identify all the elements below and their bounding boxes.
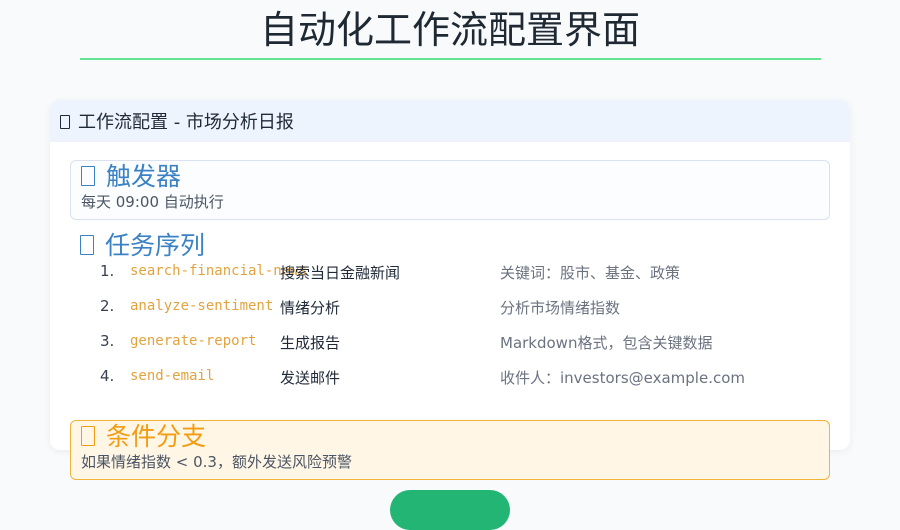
task-number: 2. — [100, 297, 115, 315]
trigger-heading: 触发器 — [81, 157, 181, 193]
tasks-heading: 任务序列 — [80, 226, 205, 262]
workflow-title-wrap: 工作流配置 - 市场分析日报 — [50, 108, 294, 134]
run-workflow-button[interactable] — [390, 490, 510, 530]
workflow-title: 工作流配置 - 市场分析日报 — [77, 112, 294, 133]
task-description: 分析市场情绪指数 — [500, 299, 621, 317]
task-number: 3. — [100, 332, 115, 350]
branch-icon — [81, 426, 95, 447]
tasks-title: 任务序列 — [105, 231, 206, 260]
task-number: 1. — [100, 262, 115, 280]
task-id: send-email — [130, 368, 215, 384]
task-row[interactable]: 3. generate-report 生成报告 Markdown格式，包含关键数… — [100, 332, 800, 367]
task-name: 发送邮件 — [280, 369, 341, 387]
task-name: 生成报告 — [280, 334, 341, 352]
trigger-icon — [81, 166, 95, 187]
branch-section[interactable]: 条件分支 如果情绪指数 < 0.3，额外发送风险预警 — [70, 420, 830, 480]
trigger-title: 触发器 — [106, 162, 182, 191]
task-id: analyze-sentiment — [130, 298, 274, 314]
task-description: Markdown格式，包含关键数据 — [500, 334, 713, 352]
page-title: 自动化工作流配置界面 — [259, 8, 640, 52]
workflow-icon — [60, 114, 70, 129]
branch-title: 条件分支 — [106, 422, 207, 451]
trigger-value: 每天 09:00 自动执行 — [81, 193, 224, 211]
task-row[interactable]: 4. send-email 发送邮件 收件人：investors@example… — [100, 367, 800, 402]
task-name: 搜索当日金融新闻 — [280, 264, 401, 282]
task-name: 情绪分析 — [280, 299, 341, 317]
task-id: generate-report — [130, 333, 257, 349]
task-list-icon — [80, 235, 94, 256]
task-row[interactable]: 2. analyze-sentiment 情绪分析 分析市场情绪指数 — [100, 297, 800, 332]
trigger-section[interactable]: 触发器 每天 09:00 自动执行 — [70, 160, 830, 220]
branch-value: 如果情绪指数 < 0.3，额外发送风险预警 — [81, 453, 352, 471]
workflow-card-header: 工作流配置 - 市场分析日报 — [50, 100, 850, 142]
title-divider — [80, 58, 821, 60]
branch-heading: 条件分支 — [81, 417, 206, 453]
task-description: 收件人：investors@example.com — [500, 369, 746, 387]
task-row[interactable]: 1. search-financial-news 搜索当日金融新闻 关键词：股市… — [100, 262, 800, 297]
task-description: 关键词：股市、基金、政策 — [500, 264, 681, 282]
task-number: 4. — [100, 367, 115, 385]
